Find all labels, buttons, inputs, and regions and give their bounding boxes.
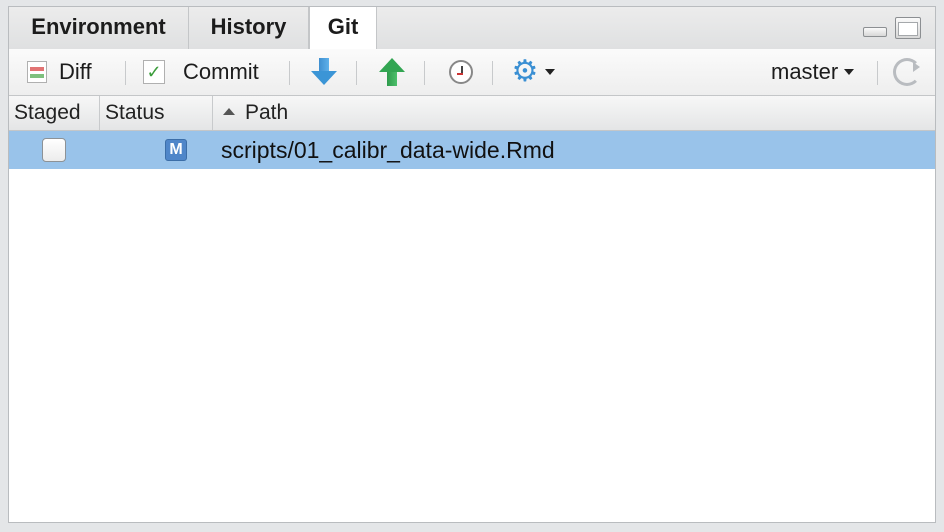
commit-label: Commit [183, 59, 259, 84]
gear-icon: ⚙ [511, 55, 539, 88]
commit-icon: ✓ [143, 60, 165, 84]
toolbar-separator [492, 61, 493, 85]
tab-git[interactable]: Git [309, 7, 377, 50]
branch-name: master [771, 59, 839, 84]
toolbar-separator [356, 61, 357, 85]
toolbar-separator [877, 61, 878, 85]
pull-arrow-icon [311, 58, 337, 86]
commit-button[interactable]: ✓ Commit [143, 49, 259, 95]
column-header-path[interactable]: Path [213, 96, 935, 130]
modified-status-badge: M [165, 139, 187, 161]
history-clock-icon [449, 60, 473, 84]
toolbar-separator [424, 61, 425, 85]
maximize-pane-icon[interactable] [895, 17, 921, 39]
chevron-down-icon [844, 69, 855, 75]
refresh-icon [893, 58, 921, 86]
push-arrow-icon [379, 58, 405, 86]
pane-tab-bar: Environment History Git [9, 7, 935, 50]
table-header: Staged Status Path [9, 96, 935, 131]
table-row[interactable]: M scripts/01_calibr_data-wide.Rmd [9, 131, 935, 169]
diff-label: Diff [59, 59, 92, 84]
column-header-path-label: Path [245, 101, 289, 124]
column-header-status[interactable]: Status [100, 96, 213, 130]
tab-history[interactable]: History [189, 7, 309, 49]
toolbar-separator [289, 61, 290, 85]
diff-button[interactable]: Diff [27, 49, 92, 95]
history-button[interactable] [449, 49, 473, 95]
file-path: scripts/01_calibr_data-wide.Rmd [221, 137, 555, 163]
toolbar-separator [125, 61, 126, 85]
push-button[interactable] [379, 49, 405, 95]
git-pane: Environment History Git Diff ✓ Commit ⚙ … [8, 6, 936, 523]
staged-checkbox[interactable] [42, 138, 66, 162]
branch-selector[interactable]: master [771, 49, 855, 95]
more-menu-button[interactable]: ⚙ [511, 49, 555, 95]
column-header-staged[interactable]: Staged [9, 96, 100, 130]
sort-ascending-icon [223, 107, 235, 115]
git-toolbar: Diff ✓ Commit ⚙ master [9, 49, 935, 96]
diff-icon [27, 61, 47, 83]
pull-button[interactable] [311, 49, 337, 95]
chevron-down-icon [545, 69, 555, 75]
minimize-pane-icon[interactable] [863, 27, 887, 37]
tab-environment[interactable]: Environment [9, 7, 189, 49]
refresh-button[interactable] [893, 49, 921, 95]
